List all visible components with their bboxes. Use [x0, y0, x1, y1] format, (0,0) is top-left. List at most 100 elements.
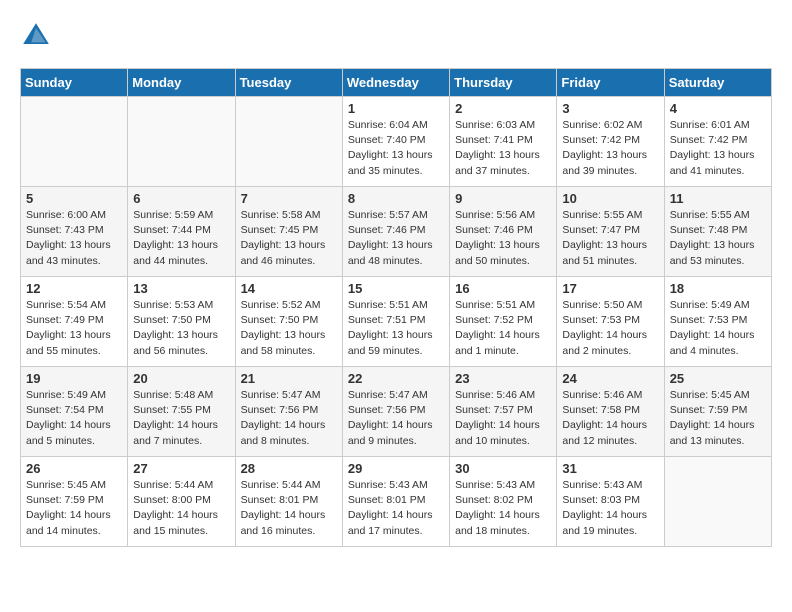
day-number: 17: [562, 281, 658, 296]
calendar-cell: 9 Sunrise: 5:56 AM Sunset: 7:46 PM Daylig…: [450, 187, 557, 277]
day-info: Sunrise: 6:00 AM Sunset: 7:43 PM Dayligh…: [26, 208, 122, 269]
day-number: 18: [670, 281, 766, 296]
day-info: Sunrise: 5:56 AM Sunset: 7:46 PM Dayligh…: [455, 208, 551, 269]
header-day: Wednesday: [342, 69, 449, 97]
day-info: Sunrise: 5:44 AM Sunset: 8:00 PM Dayligh…: [133, 478, 229, 539]
calendar-cell: 21 Sunrise: 5:47 AM Sunset: 7:56 PM Dayli…: [235, 367, 342, 457]
calendar-cell: 11 Sunrise: 5:55 AM Sunset: 7:48 PM Dayli…: [664, 187, 771, 277]
day-info: Sunrise: 5:43 AM Sunset: 8:01 PM Dayligh…: [348, 478, 444, 539]
calendar-cell: 12 Sunrise: 5:54 AM Sunset: 7:49 PM Dayli…: [21, 277, 128, 367]
day-info: Sunrise: 5:52 AM Sunset: 7:50 PM Dayligh…: [241, 298, 337, 359]
day-info: Sunrise: 5:44 AM Sunset: 8:01 PM Dayligh…: [241, 478, 337, 539]
day-number: 21: [241, 371, 337, 386]
day-info: Sunrise: 5:46 AM Sunset: 7:58 PM Dayligh…: [562, 388, 658, 449]
day-info: Sunrise: 5:51 AM Sunset: 7:51 PM Dayligh…: [348, 298, 444, 359]
calendar-cell: 28 Sunrise: 5:44 AM Sunset: 8:01 PM Dayli…: [235, 457, 342, 547]
calendar-week-row: 12 Sunrise: 5:54 AM Sunset: 7:49 PM Dayli…: [21, 277, 772, 367]
calendar-cell: 29Sunrise: 5:43 AM Sunset: 8:01 PM Dayli…: [342, 457, 449, 547]
day-number: 11: [670, 191, 766, 206]
calendar-cell: [235, 97, 342, 187]
calendar-cell: 8 Sunrise: 5:57 AM Sunset: 7:46 PM Daylig…: [342, 187, 449, 277]
day-number: 15: [348, 281, 444, 296]
day-number: 4: [670, 101, 766, 116]
day-number: 22: [348, 371, 444, 386]
day-number: 14: [241, 281, 337, 296]
day-number: 31: [562, 461, 658, 476]
calendar-cell: 17 Sunrise: 5:50 AM Sunset: 7:53 PM Dayli…: [557, 277, 664, 367]
day-info: Sunrise: 5:43 AM Sunset: 8:03 PM Dayligh…: [562, 478, 658, 539]
calendar-cell: 22 Sunrise: 5:47 AM Sunset: 7:56 PM Dayli…: [342, 367, 449, 457]
day-number: 3: [562, 101, 658, 116]
day-info: Sunrise: 5:49 AM Sunset: 7:53 PM Dayligh…: [670, 298, 766, 359]
calendar-cell: 30 Sunrise: 5:43 AM Sunset: 8:02 PM Dayli…: [450, 457, 557, 547]
day-info: Sunrise: 5:46 AM Sunset: 7:57 PM Dayligh…: [455, 388, 551, 449]
header-day: Friday: [557, 69, 664, 97]
day-number: 23: [455, 371, 551, 386]
logo: [20, 20, 56, 52]
day-info: Sunrise: 5:51 AM Sunset: 7:52 PM Dayligh…: [455, 298, 551, 359]
day-number: 10: [562, 191, 658, 206]
day-number: 28: [241, 461, 337, 476]
day-number: 12: [26, 281, 122, 296]
day-info: Sunrise: 6:02 AM Sunset: 7:42 PM Dayligh…: [562, 118, 658, 179]
day-info: Sunrise: 5:45 AM Sunset: 7:59 PM Dayligh…: [26, 478, 122, 539]
day-number: 20: [133, 371, 229, 386]
calendar-cell: 5 Sunrise: 6:00 AM Sunset: 7:43 PM Daylig…: [21, 187, 128, 277]
calendar-cell: 16 Sunrise: 5:51 AM Sunset: 7:52 PM Dayli…: [450, 277, 557, 367]
day-number: 19: [26, 371, 122, 386]
day-number: 2: [455, 101, 551, 116]
day-number: 5: [26, 191, 122, 206]
calendar-cell: 24 Sunrise: 5:46 AM Sunset: 7:58 PM Dayli…: [557, 367, 664, 457]
day-number: 9: [455, 191, 551, 206]
day-info: Sunrise: 5:54 AM Sunset: 7:49 PM Dayligh…: [26, 298, 122, 359]
calendar-cell: 2 Sunrise: 6:03 AM Sunset: 7:41 PM Daylig…: [450, 97, 557, 187]
calendar-cell: [664, 457, 771, 547]
day-info: Sunrise: 6:01 AM Sunset: 7:42 PM Dayligh…: [670, 118, 766, 179]
calendar-table: SundayMondayTuesdayWednesdayThursdayFrid…: [20, 68, 772, 547]
day-info: Sunrise: 5:48 AM Sunset: 7:55 PM Dayligh…: [133, 388, 229, 449]
calendar-cell: 15 Sunrise: 5:51 AM Sunset: 7:51 PM Dayli…: [342, 277, 449, 367]
day-info: Sunrise: 5:47 AM Sunset: 7:56 PM Dayligh…: [348, 388, 444, 449]
calendar-cell: 7Sunrise: 5:58 AM Sunset: 7:45 PM Daylig…: [235, 187, 342, 277]
calendar-week-row: 26 Sunrise: 5:45 AM Sunset: 7:59 PM Dayli…: [21, 457, 772, 547]
calendar-cell: 4 Sunrise: 6:01 AM Sunset: 7:42 PM Daylig…: [664, 97, 771, 187]
logo-icon: [20, 20, 52, 52]
day-info: Sunrise: 5:57 AM Sunset: 7:46 PM Dayligh…: [348, 208, 444, 269]
calendar-cell: 31 Sunrise: 5:43 AM Sunset: 8:03 PM Dayli…: [557, 457, 664, 547]
calendar-cell: [128, 97, 235, 187]
day-info: Sunrise: 5:55 AM Sunset: 7:48 PM Dayligh…: [670, 208, 766, 269]
day-number: 26: [26, 461, 122, 476]
calendar-cell: [21, 97, 128, 187]
day-number: 6: [133, 191, 229, 206]
calendar-week-row: 1Sunrise: 6:04 AM Sunset: 7:40 PM Daylig…: [21, 97, 772, 187]
calendar-cell: 23 Sunrise: 5:46 AM Sunset: 7:57 PM Dayli…: [450, 367, 557, 457]
day-info: Sunrise: 5:53 AM Sunset: 7:50 PM Dayligh…: [133, 298, 229, 359]
header-day: Thursday: [450, 69, 557, 97]
day-info: Sunrise: 5:49 AM Sunset: 7:54 PM Dayligh…: [26, 388, 122, 449]
calendar-cell: 1Sunrise: 6:04 AM Sunset: 7:40 PM Daylig…: [342, 97, 449, 187]
calendar-week-row: 5 Sunrise: 6:00 AM Sunset: 7:43 PM Daylig…: [21, 187, 772, 277]
calendar-cell: 27 Sunrise: 5:44 AM Sunset: 8:00 PM Dayli…: [128, 457, 235, 547]
day-info: Sunrise: 5:55 AM Sunset: 7:47 PM Dayligh…: [562, 208, 658, 269]
day-number: 30: [455, 461, 551, 476]
day-info: Sunrise: 5:43 AM Sunset: 8:02 PM Dayligh…: [455, 478, 551, 539]
day-number: 13: [133, 281, 229, 296]
page-header: [20, 20, 772, 52]
day-info: Sunrise: 5:47 AM Sunset: 7:56 PM Dayligh…: [241, 388, 337, 449]
header-day: Tuesday: [235, 69, 342, 97]
calendar-cell: 10 Sunrise: 5:55 AM Sunset: 7:47 PM Dayli…: [557, 187, 664, 277]
calendar-cell: 19 Sunrise: 5:49 AM Sunset: 7:54 PM Dayli…: [21, 367, 128, 457]
day-number: 27: [133, 461, 229, 476]
day-number: 16: [455, 281, 551, 296]
day-info: Sunrise: 6:03 AM Sunset: 7:41 PM Dayligh…: [455, 118, 551, 179]
calendar-cell: 26 Sunrise: 5:45 AM Sunset: 7:59 PM Dayli…: [21, 457, 128, 547]
calendar-cell: 18 Sunrise: 5:49 AM Sunset: 7:53 PM Dayli…: [664, 277, 771, 367]
day-number: 7: [241, 191, 337, 206]
calendar-cell: 25Sunrise: 5:45 AM Sunset: 7:59 PM Dayli…: [664, 367, 771, 457]
day-info: Sunrise: 5:50 AM Sunset: 7:53 PM Dayligh…: [562, 298, 658, 359]
day-info: Sunrise: 5:45 AM Sunset: 7:59 PM Dayligh…: [670, 388, 766, 449]
header-day: Sunday: [21, 69, 128, 97]
day-number: 24: [562, 371, 658, 386]
header-day: Saturday: [664, 69, 771, 97]
day-number: 8: [348, 191, 444, 206]
